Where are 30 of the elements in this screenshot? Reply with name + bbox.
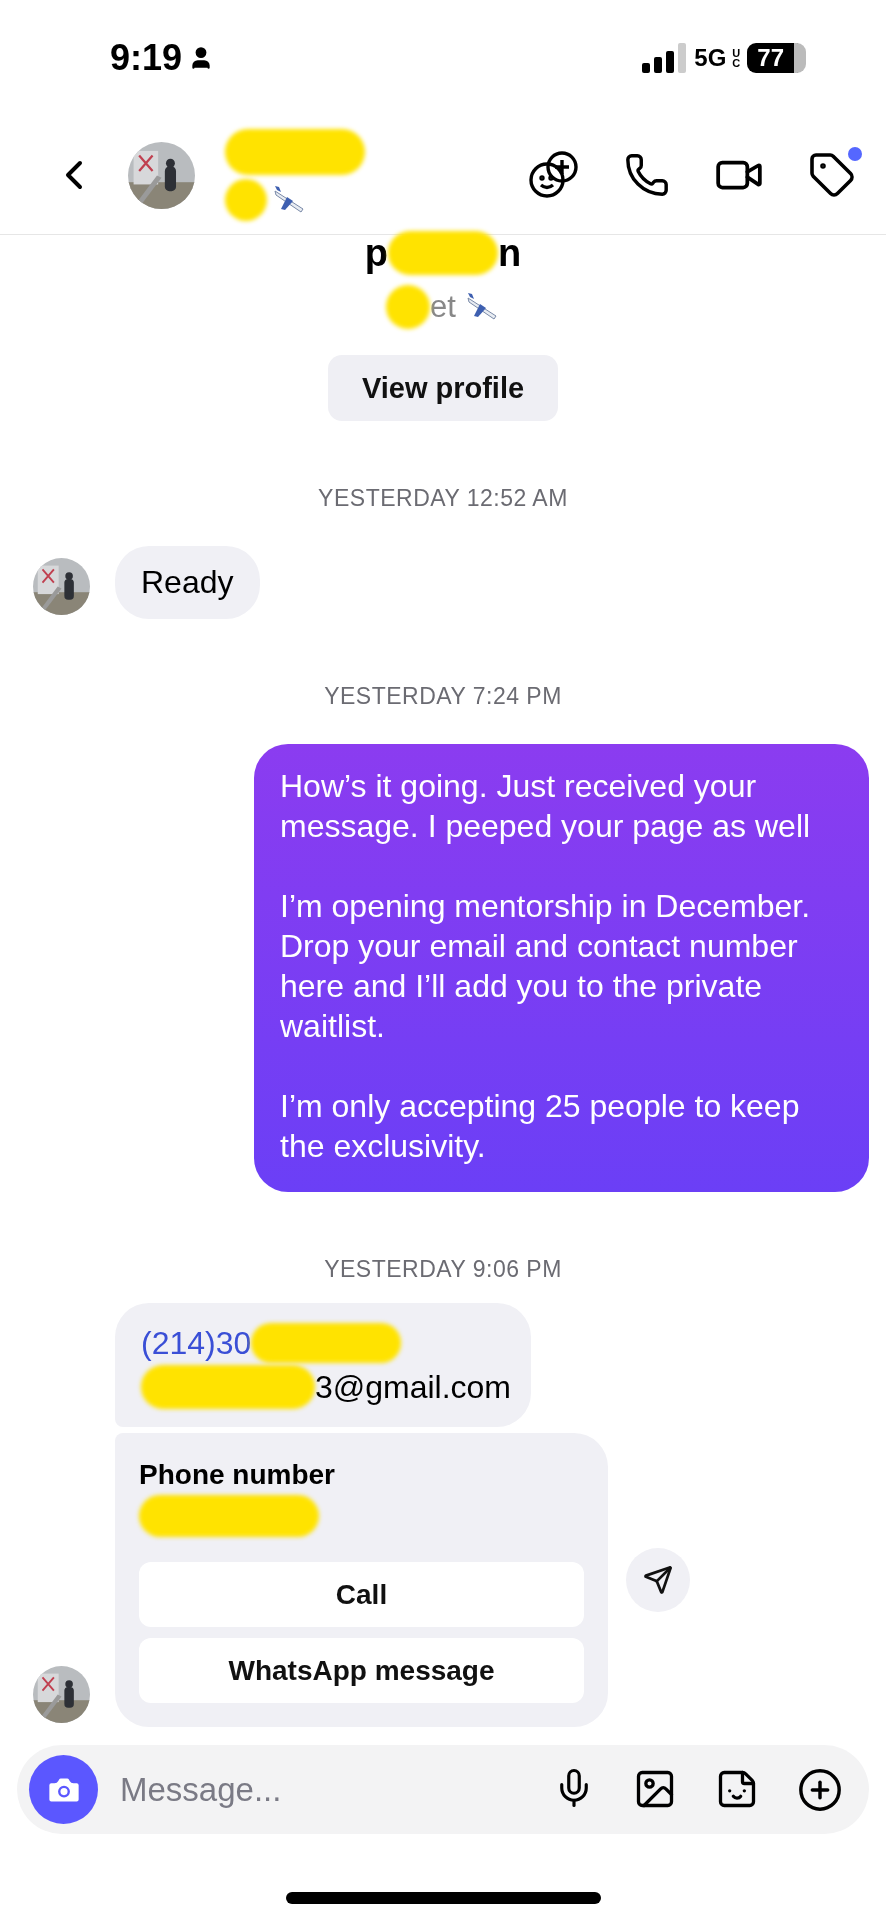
- signal-icon: [642, 43, 689, 73]
- profile-subtitle: et: [430, 289, 456, 325]
- redaction-mark: [225, 179, 267, 221]
- battery-indicator: 77: [747, 43, 806, 73]
- phone-icon[interactable]: [624, 152, 670, 198]
- profile-name: p: [364, 231, 388, 275]
- timestamp: YESTERDAY 12:52 AM: [318, 485, 568, 512]
- profile-name: n: [498, 231, 522, 275]
- message-text: How’s it going. Just received your message. I peeped your page as well: [280, 767, 812, 846]
- add-icon[interactable]: [797, 1766, 843, 1813]
- view-profile-button[interactable]: View profile: [328, 355, 558, 421]
- message-input[interactable]: Message...: [118, 1769, 533, 1810]
- timestamp: YESTERDAY 9:06 PM: [324, 1256, 562, 1283]
- message-bubble: Ready: [115, 546, 260, 619]
- tag-icon[interactable]: [808, 151, 856, 199]
- send-icon[interactable]: [643, 1565, 673, 1595]
- status-time: 9:19: [110, 37, 183, 79]
- card-action-button[interactable]: WhatsApp message: [139, 1638, 584, 1703]
- email-text: 3@gmail.com: [314, 1368, 511, 1407]
- card-action-button[interactable]: Call: [139, 1562, 584, 1627]
- message-text: I’m opening mentorship in December. Drop your email and contact number here and I’ll add you to the private waitlist.: [280, 887, 812, 1046]
- timestamp: YESTERDAY 7:24 PM: [324, 683, 562, 710]
- message-text: I’m only accepting 25 people to keep the exclusivity.: [280, 1087, 801, 1166]
- add-face-icon[interactable]: [528, 149, 580, 201]
- network-sublabel: UC: [732, 48, 742, 68]
- redaction-mark: [386, 285, 431, 329]
- phone-link[interactable]: (214)30: [141, 1321, 252, 1365]
- network-label: 5G: [694, 44, 727, 72]
- camera-button[interactable]: [29, 1755, 98, 1824]
- card-title: Phone number: [139, 1459, 336, 1491]
